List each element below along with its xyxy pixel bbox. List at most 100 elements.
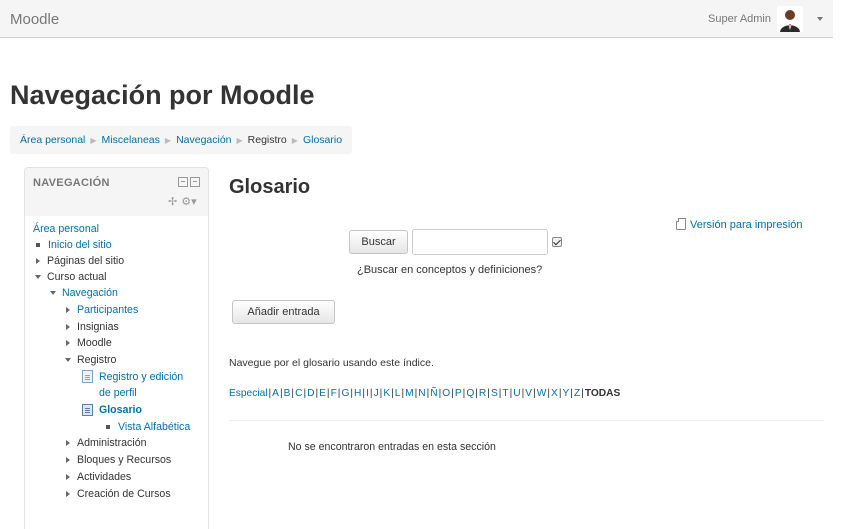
print-version-label[interactable]: Versión para impresión xyxy=(690,219,803,231)
nav-item-creacion[interactable]: Creación de Cursos xyxy=(65,486,171,502)
dock-icon[interactable] xyxy=(178,177,200,187)
user-menu[interactable]: Super Admin xyxy=(708,6,823,32)
alphabet-link-y[interactable]: Y xyxy=(562,388,569,399)
alphabet-link-k[interactable]: K xyxy=(383,388,390,399)
alphabet-link-p[interactable]: P xyxy=(455,388,462,399)
alphabet-link-b[interactable]: B xyxy=(284,388,291,399)
nav-item-glosario[interactable]: Glosario xyxy=(82,402,142,418)
nav-item-area-personal[interactable]: Área personal xyxy=(33,221,99,237)
nav-item-registro-edicion-line2[interactable]: de perfil xyxy=(99,385,137,401)
search-button[interactable]: Buscar xyxy=(349,230,408,254)
alphabet-link-m[interactable]: M xyxy=(405,388,414,399)
nav-item-moodle[interactable]: Moodle xyxy=(65,335,112,351)
alphabet-separator: | xyxy=(509,388,513,399)
alphabet-link-j[interactable]: J xyxy=(374,388,379,399)
nav-item-participantes[interactable]: Participantes xyxy=(65,302,138,318)
alphabet-link-x[interactable]: X xyxy=(551,388,558,399)
nav-item-label[interactable]: Bloques y Recursos xyxy=(77,452,171,468)
search-input[interactable] xyxy=(412,229,548,255)
alphabet-link-z[interactable]: Z xyxy=(574,388,580,399)
nav-item-label[interactable]: Moodle xyxy=(77,335,112,351)
expand-icon[interactable] xyxy=(66,324,70,330)
nav-item-label[interactable]: Registro xyxy=(77,352,116,368)
expand-icon[interactable] xyxy=(66,307,70,313)
alphabet-link-h[interactable]: H xyxy=(354,388,361,399)
alphabet-link-s[interactable]: S xyxy=(491,388,498,399)
collapse-icon[interactable] xyxy=(35,275,41,279)
site-brand[interactable]: Moodle xyxy=(10,11,59,28)
alphabet-link-d[interactable]: D xyxy=(307,388,314,399)
nav-item-label[interactable]: Creación de Cursos xyxy=(77,486,171,502)
nav-item-label[interactable]: de perfil xyxy=(99,385,137,401)
alphabet-link-a[interactable]: A xyxy=(272,388,279,399)
alphabet-link-g[interactable]: G xyxy=(341,388,349,399)
nav-item-label[interactable]: Inicio del sitio xyxy=(48,237,112,253)
alphabet-link-ñ[interactable]: Ñ xyxy=(430,388,437,399)
nav-item-actividades[interactable]: Actividades xyxy=(65,469,131,485)
nav-item-label[interactable]: Administración xyxy=(77,435,146,451)
nav-item-label[interactable]: Insignias xyxy=(77,319,119,335)
nav-item-label[interactable]: Navegación xyxy=(62,285,118,301)
alphabet-link-r[interactable]: R xyxy=(479,388,486,399)
move-icon[interactable]: ✢ xyxy=(168,195,177,208)
breadcrumb-item-miscelaneas[interactable]: Miscelaneas xyxy=(102,134,160,146)
breadcrumb-item-navegacion[interactable]: Navegación xyxy=(176,134,231,146)
glossary-title: Glosario xyxy=(229,176,311,198)
user-name[interactable]: Super Admin xyxy=(708,13,771,25)
alphabet-link-e[interactable]: E xyxy=(319,388,326,399)
alphabet-link-o[interactable]: O xyxy=(442,388,450,399)
alphabet-link-t[interactable]: T xyxy=(502,388,508,399)
alphabet-link-u[interactable]: U xyxy=(513,388,520,399)
nav-item-label[interactable]: Curso actual xyxy=(47,269,106,285)
collapse-icon[interactable] xyxy=(50,291,56,295)
expand-icon[interactable] xyxy=(36,258,40,264)
alphabet-link-v[interactable]: V xyxy=(525,388,532,399)
nav-item-navegacion[interactable]: Navegación xyxy=(50,285,118,301)
alphabet-separator: | xyxy=(570,388,573,399)
expand-icon[interactable] xyxy=(66,491,70,497)
nav-item-inicio[interactable]: Inicio del sitio xyxy=(35,237,112,253)
nav-item-administracion[interactable]: Administración xyxy=(65,435,146,451)
alphabet-link-c[interactable]: C xyxy=(295,388,302,399)
nav-item-label[interactable]: Glosario xyxy=(99,402,142,418)
search-full-text-checkbox[interactable] xyxy=(552,237,562,247)
collapse-icon[interactable] xyxy=(65,358,71,362)
page-icon xyxy=(82,370,93,383)
alphabet-link-q[interactable]: Q xyxy=(466,388,474,399)
nav-item-curso-actual[interactable]: Curso actual xyxy=(35,269,106,285)
alphabet-link-w[interactable]: W xyxy=(537,388,547,399)
avatar[interactable] xyxy=(777,6,803,32)
expand-icon[interactable] xyxy=(66,440,70,446)
alphabet-all: TODAS xyxy=(584,388,621,399)
divider xyxy=(229,420,824,421)
nav-item-insignias[interactable]: Insignias xyxy=(65,319,119,335)
alphabet-separator: | xyxy=(487,388,490,399)
gear-icon[interactable]: ⚙▾ xyxy=(181,195,196,208)
chevron-down-icon[interactable] xyxy=(817,17,823,21)
nav-item-vista-alfabetica[interactable]: Vista Alfabética xyxy=(105,419,190,435)
expand-icon[interactable] xyxy=(66,474,70,480)
add-entry-button[interactable]: Añadir entrada xyxy=(232,300,335,324)
print-version-link[interactable]: Versión para impresión xyxy=(676,217,803,231)
nav-item-label[interactable]: Vista Alfabética xyxy=(118,419,190,435)
alphabet-link-especial[interactable]: Especial xyxy=(229,388,268,399)
nav-item-label[interactable]: Área personal xyxy=(33,221,99,237)
breadcrumb-item-glosario[interactable]: Glosario xyxy=(303,134,342,146)
alphabet-separator: | xyxy=(391,388,394,399)
alphabet-link-l[interactable]: L xyxy=(395,388,401,399)
nav-item-label[interactable]: Actividades xyxy=(77,469,131,485)
alphabet-link-i[interactable]: I xyxy=(366,388,369,399)
nav-item-label[interactable]: Participantes xyxy=(77,302,138,318)
breadcrumb-item-area-personal[interactable]: Área personal xyxy=(20,134,85,146)
nav-item-registro[interactable]: Registro xyxy=(65,352,116,368)
nav-item-registro-edicion[interactable]: Registro y edición xyxy=(82,369,183,385)
alphabet-link-n[interactable]: N xyxy=(418,388,425,399)
alphabet-separator: | xyxy=(303,388,307,399)
nav-item-label[interactable]: Páginas del sitio xyxy=(47,253,124,269)
nav-item-label[interactable]: Registro y edición xyxy=(99,369,183,385)
nav-item-paginas[interactable]: Páginas del sitio xyxy=(35,253,124,269)
alphabet-link-f[interactable]: F xyxy=(331,388,337,399)
expand-icon[interactable] xyxy=(66,457,70,463)
expand-icon[interactable] xyxy=(66,340,70,346)
nav-item-bloques[interactable]: Bloques y Recursos xyxy=(65,452,171,468)
